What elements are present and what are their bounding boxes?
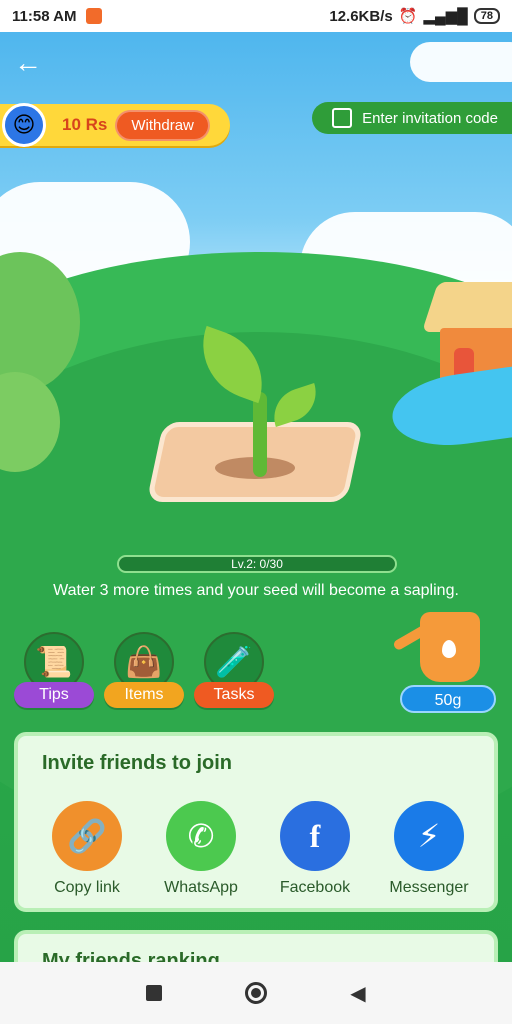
copy-link-share[interactable]: 🔗 Copy link [32,801,142,897]
ranking-title: My friends ranking [42,950,220,962]
whatsapp-share[interactable]: ✆ WhatsApp [146,801,256,897]
status-time: 11:58 AM [12,7,77,25]
square-icon [146,985,162,1001]
cloud [410,42,512,82]
facebook-label: Facebook [279,879,351,896]
watering-can-button[interactable]: 50g [392,612,496,722]
sprout-stem [253,392,267,477]
status-bar: 11:58 AM 12.6KB/s ⏰ ▂▄▆█ 78 [0,0,512,32]
invite-title: Invite friends to join [42,752,233,774]
water-amount: 50g [400,685,496,713]
copy-link-label: Copy link [54,879,120,896]
level-progress-bar: Lv.2: 0/30 [117,555,397,573]
back-arrow-icon[interactable]: ← [14,48,46,80]
coin-avatar-icon: 😊 [2,103,46,147]
invitation-code-label: Enter invitation code [362,109,498,127]
garden-scene: ← 😊 10 Rs Withdraw Enter invitation code… [0,32,512,962]
recent-apps-button[interactable] [143,982,165,1004]
facebook-share[interactable]: f Facebook [260,801,370,897]
system-nav-bar: ◀ [0,962,512,1024]
coin-balance: 😊 10 Rs Withdraw [0,103,230,147]
messenger-icon: ⚡ [394,801,464,871]
growth-hint: Water 3 more times and your seed will be… [53,582,459,599]
network-speed: 12.6KB/s [329,7,393,25]
facebook-icon: f [280,801,350,871]
edit-icon [332,108,353,128]
back-triangle-icon: ◀ [350,982,366,1005]
coin-amount: 10 Rs [62,115,108,134]
alarm-icon: ⏰ [398,8,418,25]
items-label: Items [104,682,184,708]
battery-icon: 78 [473,8,500,24]
home-button[interactable] [245,982,267,1004]
whatsapp-label: WhatsApp [164,879,238,896]
invite-friends-card: Invite friends to join 🔗 Copy link ✆ Wha… [14,732,498,912]
tasks-button[interactable]: 🧪 Tasks [194,632,274,712]
tips-button[interactable]: 📜 Tips [14,632,94,712]
status-right: 12.6KB/s ⏰ ▂▄▆█ 78 [329,7,500,25]
items-button[interactable]: 👜 Items [104,632,184,712]
back-button[interactable]: ◀ [347,982,369,1005]
friends-ranking-card: My friends ranking [14,930,498,962]
messenger-share[interactable]: ⚡ Messenger [374,801,484,897]
tasks-label: Tasks [194,682,274,708]
messenger-label: Messenger [389,879,469,896]
link-icon: 🔗 [52,801,122,871]
house-icon [421,282,512,384]
signal-icon: ▂▄▆█ [423,8,468,25]
enter-invitation-code-button[interactable]: Enter invitation code [312,102,512,134]
withdraw-button[interactable]: Withdraw [115,109,210,141]
water-drop-icon [442,640,456,658]
whatsapp-icon: ✆ [166,801,236,871]
notification-app-icon [86,8,103,24]
home-circle-icon [245,982,267,1004]
tips-label: Tips [14,682,94,708]
